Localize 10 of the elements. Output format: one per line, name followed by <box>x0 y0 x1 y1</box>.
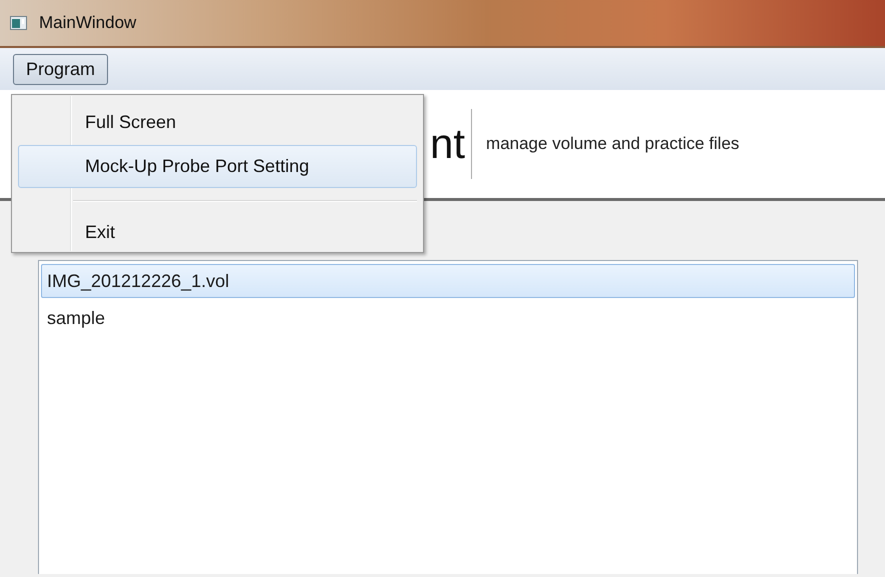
menu-button[interactable]: Program <box>13 54 108 84</box>
menu-item[interactable]: Full Screen <box>18 102 417 142</box>
window-icon <box>10 16 27 30</box>
menu-item[interactable]: Exit <box>18 212 417 252</box>
menu-item[interactable]: Mock-Up Probe Port Setting <box>18 145 417 188</box>
file-list-item[interactable]: sample <box>41 301 855 335</box>
app-title: nt <box>430 120 466 168</box>
app-subtitle: manage volume and practice files <box>486 134 740 154</box>
file-list-item[interactable]: IMG_201212226_1.vol <box>41 264 855 298</box>
window-title: MainWindow <box>39 13 136 33</box>
